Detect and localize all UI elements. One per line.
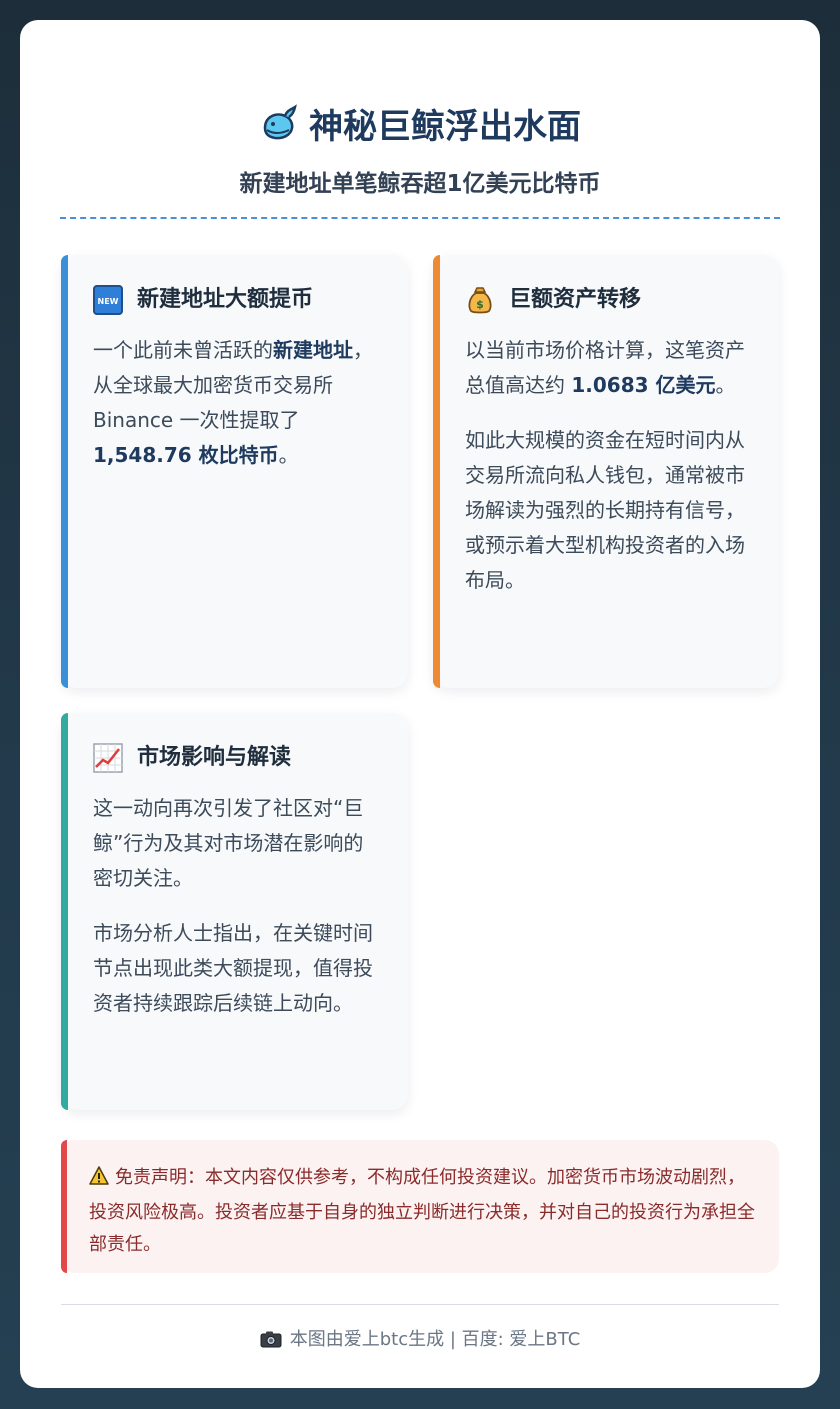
text-span: 如此大规模的资金在短时间内从交易所流向私人钱包，通常被市场解读为强烈的长期持有信… bbox=[465, 428, 745, 592]
text-span: 市场分析人士指出，在关键时间节点出现此类大额提现，值得投资者持续跟踪后续链上动向… bbox=[93, 921, 373, 1015]
card-market-impact: 市场影响与解读 这一动向再次引发了社区对“巨鲸”行为及其对市场潜在影响的密切关注… bbox=[61, 713, 408, 1110]
card-header: $ 巨额资产转移 bbox=[465, 283, 753, 317]
card-asset-transfer: $ 巨额资产转移 以当前市场价格计算，这笔资产总值高达约 1.0683 亿美元。… bbox=[433, 255, 779, 688]
footer-divider bbox=[61, 1304, 779, 1305]
warning-icon bbox=[89, 1165, 109, 1197]
svg-text:NEW: NEW bbox=[98, 297, 119, 306]
page-title-row: 神秘巨鲸浮出水面 bbox=[20, 104, 820, 155]
page-subtitle: 新建地址单笔鲸吞超1亿美元比特币 bbox=[239, 171, 601, 197]
money-bag-icon: $ bbox=[468, 287, 492, 314]
card-paragraph: 市场分析人士指出，在关键时间节点出现此类大额提现，值得投资者持续跟踪后续链上动向… bbox=[93, 916, 382, 1021]
card-new-address: NEW 新建地址大额提币 一个此前未曾活跃的新建地址，从全球最大加密货币交易所 … bbox=[61, 255, 408, 688]
text-span: 一个此前未曾活跃的 bbox=[93, 338, 273, 362]
card-paragraph: 如此大规模的资金在短时间内从交易所流向私人钱包，通常被市场解读为强烈的长期持有信… bbox=[465, 423, 753, 598]
card-paragraph: 这一动向再次引发了社区对“巨鲸”行为及其对市场潜在影响的密切关注。 bbox=[93, 791, 382, 896]
camera-icon bbox=[260, 1329, 282, 1357]
card-paragraph: 一个此前未曾活跃的新建地址，从全球最大加密货币交易所 Binance 一次性提取… bbox=[93, 333, 382, 473]
page-title: 神秘巨鲸浮出水面 bbox=[309, 107, 581, 147]
disclaimer-box: 免责声明：本文内容仅供参考，不构成任何投资建议。加密货币市场波动剧烈，投资风险极… bbox=[61, 1140, 779, 1273]
new-badge-icon: NEW bbox=[93, 285, 123, 315]
card-title: 新建地址大额提币 bbox=[137, 287, 314, 312]
highlight-text: 1.0683 亿美元 bbox=[571, 373, 716, 397]
main-card: 神秘巨鲸浮出水面 新建地址单笔鲸吞超1亿美元比特币 NEW 新建地址大额提币 一… bbox=[20, 20, 820, 1388]
text-span: 。 bbox=[278, 443, 299, 467]
highlight-text: 新建地址 bbox=[273, 338, 353, 362]
text-span: 这一动向再次引发了社区对“巨鲸”行为及其对市场潜在影响的密切关注。 bbox=[93, 796, 364, 890]
text-span: 。 bbox=[715, 373, 736, 397]
highlight-text: 1,548.76 枚比特币 bbox=[93, 443, 279, 467]
disclaimer-text: 免责声明：本文内容仅供参考，不构成任何投资建议。加密货币市场波动剧烈，投资风险极… bbox=[89, 1167, 755, 1255]
card-header: NEW 新建地址大额提币 bbox=[93, 283, 382, 317]
svg-text:$: $ bbox=[476, 298, 484, 311]
card-title: 市场影响与解读 bbox=[137, 745, 292, 770]
card-header: 市场影响与解读 bbox=[93, 741, 382, 775]
footer-text: 本图由爱上btc生成 | 百度: 爱上BTC bbox=[289, 1329, 581, 1350]
footer: 本图由爱上btc生成 | 百度: 爱上BTC bbox=[20, 1326, 820, 1357]
card-paragraph: 以当前市场价格计算，这笔资产总值高达约 1.0683 亿美元。 bbox=[465, 333, 753, 403]
whale-icon bbox=[259, 104, 299, 155]
chart-increasing-icon bbox=[93, 743, 123, 773]
card-title: 巨额资产转移 bbox=[509, 287, 642, 312]
dashed-divider bbox=[60, 217, 780, 219]
